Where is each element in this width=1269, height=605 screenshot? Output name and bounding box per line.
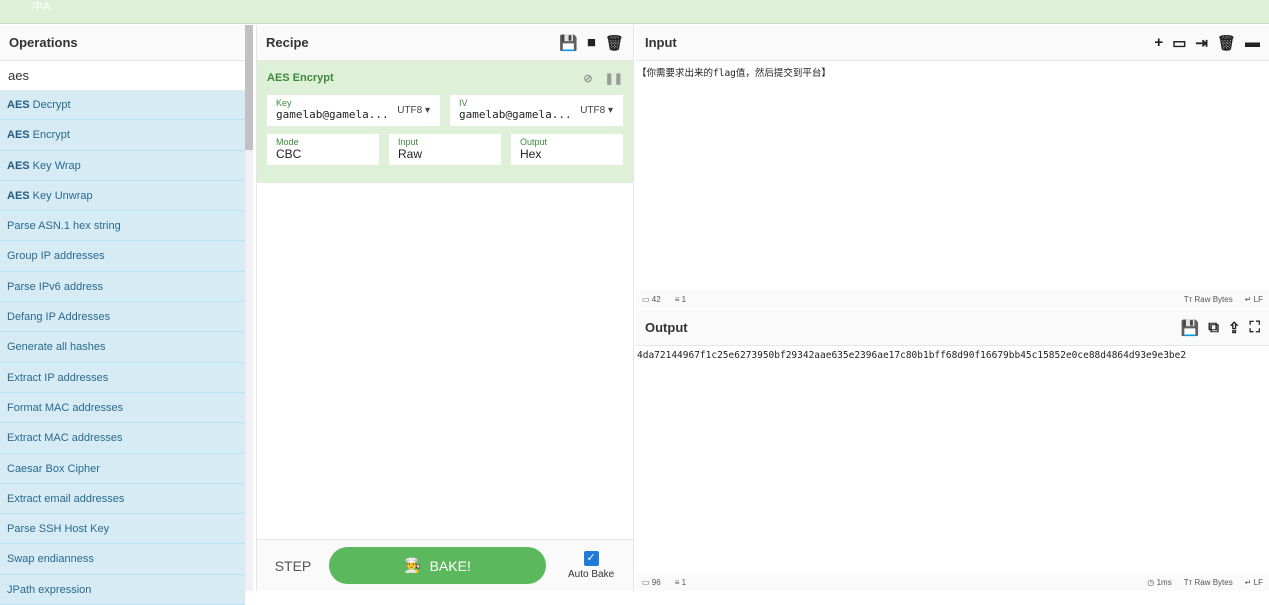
- operation-item[interactable]: JPath expression: [0, 574, 245, 605]
- bake-time: ◷ 1ms: [1147, 577, 1172, 587]
- key-field[interactable]: Key gamelab@gamela... UTF8 ▾: [267, 95, 440, 126]
- io-panel: Input + ▭ ⇥ 🗑 ▬ 【你需要求出来的flag值，然后提交到平台】 ▭ 42 ≡…: [636, 25, 1269, 591]
- recipe-operation-aes-encrypt[interactable]: AES Encrypt ⊘ ❚❚ Key gamelab@gamela... UTF8 …: [257, 61, 633, 183]
- top-banner: 中A: [0, 0, 1269, 24]
- output-header: Output 💾 ⧉ ⇪ ⛶: [636, 310, 1269, 346]
- operation-item[interactable]: AES Key Unwrap: [0, 180, 245, 212]
- operation-item[interactable]: Generate all hashes: [0, 332, 245, 363]
- output-title: Output: [645, 320, 688, 335]
- key-encoding-dropdown[interactable]: UTF8 ▾: [397, 105, 430, 116]
- chef-icon: 👨‍🍳: [404, 557, 422, 573]
- output-eol[interactable]: ↵ LF: [1245, 578, 1263, 587]
- operation-item[interactable]: Parse SSH Host Key: [0, 514, 245, 545]
- operation-item[interactable]: Caesar Box Cipher: [0, 453, 245, 484]
- open-file-icon[interactable]: ⇥: [1195, 34, 1208, 52]
- operation-item[interactable]: Group IP addresses: [0, 241, 245, 272]
- operation-title: AES Encrypt: [267, 72, 334, 84]
- operation-item[interactable]: AES Key Wrap: [0, 150, 245, 181]
- disable-icon[interactable]: ⊘: [583, 72, 592, 85]
- input-length: ▭ 42: [642, 294, 661, 304]
- output-status-bar: ▭ 96 ≡ 1 ◷ 1ms Tт Raw Bytes ↵ LF: [636, 573, 1269, 591]
- iv-encoding-dropdown[interactable]: UTF8 ▾: [580, 105, 613, 116]
- replace-input-icon[interactable]: ⇪: [1228, 319, 1241, 337]
- input-encoding[interactable]: Tт Raw Bytes: [1184, 295, 1233, 304]
- layout-icon[interactable]: ▬: [1245, 34, 1260, 51]
- save-recipe-icon[interactable]: 💾: [559, 34, 578, 52]
- operation-item[interactable]: AES Encrypt: [0, 120, 245, 151]
- checkbox-checked-icon[interactable]: ✓: [583, 551, 599, 566]
- operation-item[interactable]: Format MAC addresses: [0, 392, 245, 424]
- input-textarea[interactable]: 【你需要求出来的flag值，然后提交到平台】: [636, 61, 1269, 83]
- input-lines: ≡ 1: [674, 294, 687, 304]
- save-output-icon[interactable]: 💾: [1181, 319, 1200, 337]
- breakpoint-icon[interactable]: ❚❚: [605, 72, 623, 85]
- operation-item[interactable]: Defang IP Addresses: [0, 302, 245, 333]
- operation-item[interactable]: Parse ASN.1 hex string: [0, 211, 245, 242]
- recipe-panel: Recipe 💾 ■ 🗑 AES Encrypt ⊘ ❚❚ Key gamelab@gam…: [256, 25, 634, 591]
- clear-recipe-icon[interactable]: 🗑: [605, 34, 624, 52]
- output-text[interactable]: 4da72144967f1c25e6273950bf29342aae635e23…: [636, 346, 1269, 365]
- open-folder-icon[interactable]: ▭: [1172, 34, 1186, 52]
- add-tab-icon[interactable]: +: [1154, 34, 1163, 51]
- language-icon[interactable]: 中A: [32, 2, 50, 13]
- operation-item[interactable]: Swap endianness: [0, 544, 245, 575]
- operation-item[interactable]: Extract IP addresses: [0, 362, 245, 393]
- operation-item[interactable]: Extract email addresses: [0, 483, 245, 515]
- operations-search-input[interactable]: [0, 61, 245, 90]
- input-format-select[interactable]: Input Raw: [389, 134, 501, 165]
- bake-bar: STEP 👨‍🍳 BAKE! ✓ Auto Bake: [257, 539, 633, 591]
- bake-button[interactable]: 👨‍🍳 BAKE!: [329, 547, 546, 584]
- operations-header: Operations: [0, 25, 245, 61]
- output-encoding[interactable]: Tт Raw Bytes: [1184, 578, 1233, 587]
- operation-item[interactable]: Extract MAC addresses: [0, 423, 245, 454]
- operation-item[interactable]: Parse IPv6 address: [0, 271, 245, 303]
- output-lines: ≡ 1: [674, 577, 687, 587]
- load-recipe-icon[interactable]: ■: [587, 34, 596, 51]
- iv-field[interactable]: IV gamelab@gamela... UTF8 ▾: [450, 95, 623, 126]
- recipe-title: Recipe: [266, 35, 309, 50]
- step-button[interactable]: STEP: [257, 558, 329, 574]
- copy-output-icon[interactable]: ⧉: [1208, 319, 1219, 336]
- input-header: Input + ▭ ⇥ 🗑 ▬: [636, 25, 1269, 61]
- mode-select[interactable]: Mode CBC: [267, 134, 379, 165]
- recipe-header: Recipe 💾 ■ 🗑: [257, 25, 633, 61]
- output-length: ▭ 96: [642, 577, 661, 587]
- output-format-select[interactable]: Output Hex: [511, 134, 623, 165]
- input-eol[interactable]: ↵ LF: [1245, 295, 1263, 304]
- clear-input-icon[interactable]: 🗑: [1217, 34, 1236, 52]
- auto-bake-checkbox[interactable]: ✓ Auto Bake: [568, 551, 614, 580]
- operation-item[interactable]: AES Decrypt: [0, 90, 245, 121]
- operations-panel: Operations AES DecryptAES EncryptAES Key…: [0, 25, 245, 605]
- operations-list: AES Decrypt AES Encrypt AES Key Wrap AES Ke…: [0, 90, 245, 605]
- operations-scrollbar[interactable]: [245, 25, 253, 591]
- input-status-bar: ▭ 42 ≡ 1 Tт Raw Bytes ↵ LF: [636, 290, 1269, 308]
- maximise-icon[interactable]: ⛶: [1249, 319, 1260, 336]
- input-title: Input: [645, 35, 677, 50]
- operations-title: Operations: [9, 35, 78, 50]
